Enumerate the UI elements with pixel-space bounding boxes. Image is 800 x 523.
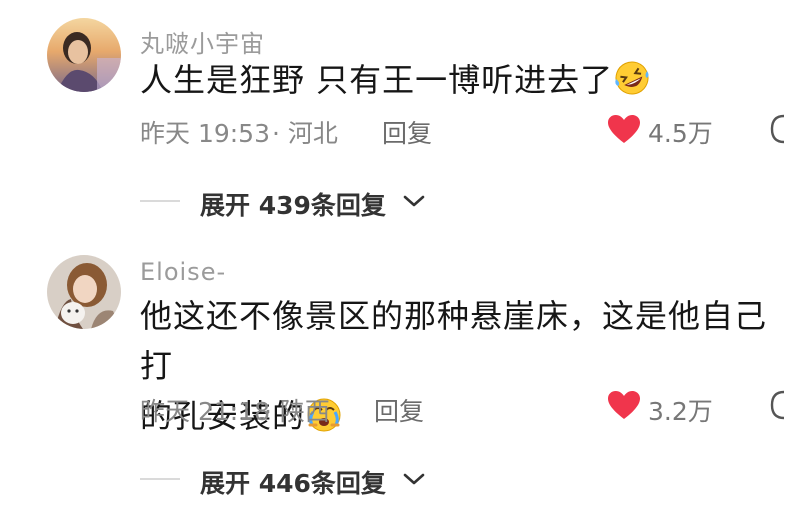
heart-icon[interactable] (607, 390, 641, 420)
reply-button[interactable]: 回复 (374, 392, 424, 428)
reply-count: 446 (258, 469, 311, 498)
expand-suffix: 条回复 (310, 469, 386, 498)
like-count: 3.2万 (648, 397, 713, 426)
username[interactable]: Eloise- (140, 258, 226, 286)
expand-replies-button[interactable]: 展开 446条回复 (200, 464, 386, 500)
chevron-down-icon[interactable] (402, 471, 426, 487)
expand-prefix: 展开 (200, 469, 251, 498)
avatar[interactable] (47, 255, 121, 329)
comment-bubble-icon[interactable] (768, 388, 800, 422)
divider (140, 478, 180, 480)
comment-location: · 陕西 (264, 397, 330, 426)
comment-item: Eloise- 他这还不像景区的那种悬崖床，这是他自己打 的孔安装的 昨天 21… (0, 0, 800, 498)
comment-text-line: 他这还不像景区的那种悬崖床，这是他自己打 (140, 297, 768, 385)
comment-time: 昨天 21:18 (140, 397, 270, 426)
